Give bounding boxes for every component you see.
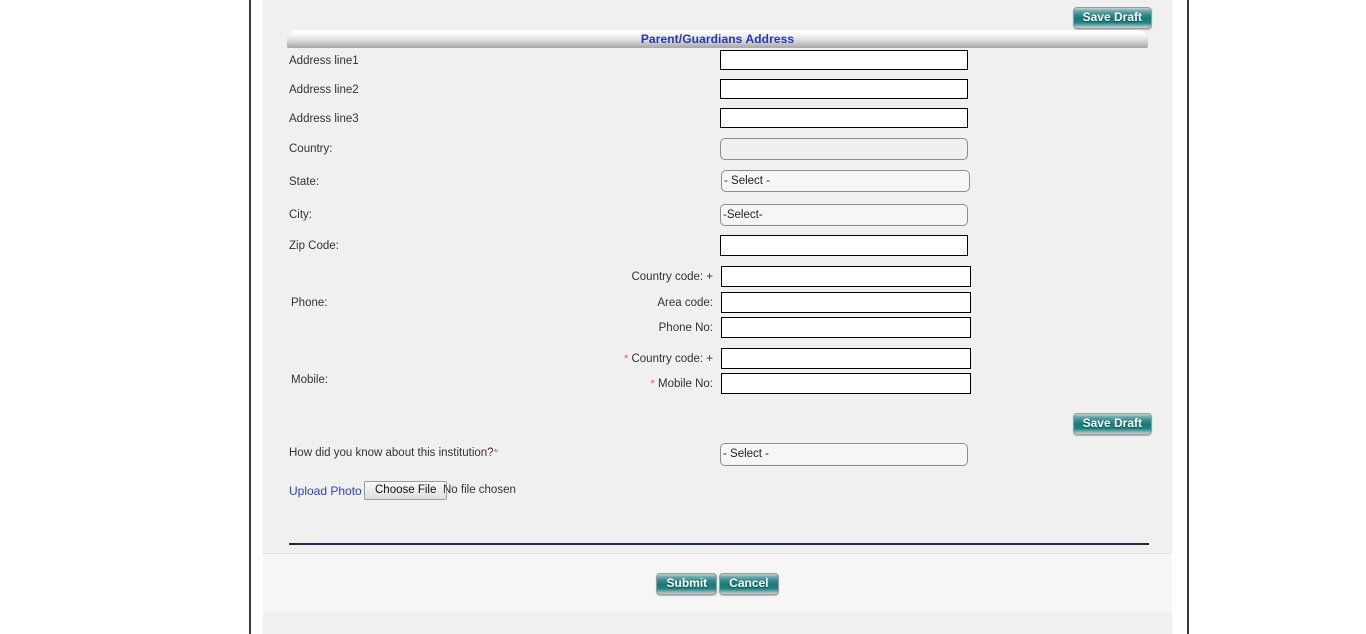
left-gutter xyxy=(251,0,263,634)
required-asterisk-referral: * xyxy=(493,447,498,459)
label-zip-code: Zip Code: xyxy=(289,240,339,252)
label-country: Country: xyxy=(289,143,333,155)
row-state: State: - Select - xyxy=(263,168,1172,201)
form-footer: Submit Cancel xyxy=(263,553,1172,613)
label-mobile-no-text: Mobile No: xyxy=(658,378,713,390)
row-address-line2: Address line2 xyxy=(263,77,1172,106)
label-phone-no: Phone No: xyxy=(658,322,713,334)
submit-button[interactable]: Submit xyxy=(656,573,718,595)
label-referral: How did you know about this institution?… xyxy=(289,447,498,459)
label-mobile-group: Mobile: xyxy=(291,374,329,386)
row-zip-code: Zip Code: xyxy=(263,232,1172,266)
input-mobile-country-code[interactable] xyxy=(721,348,971,369)
cancel-button[interactable]: Cancel xyxy=(719,573,779,595)
address-form: Address line1 Address line2 Address line… xyxy=(263,48,1172,510)
input-zip-code[interactable] xyxy=(720,235,968,256)
file-status-text: No file chosen xyxy=(443,484,516,496)
label-address-line1: Address line1 xyxy=(289,55,359,67)
select-country[interactable] xyxy=(720,138,968,160)
row-referral: How did you know about this institution?… xyxy=(263,405,1172,470)
top-toolbar: Save Draft xyxy=(263,0,1172,32)
label-phone-country-code: Country code: + xyxy=(631,271,713,283)
select-state[interactable]: - Select - xyxy=(721,170,970,192)
input-address-line3[interactable] xyxy=(720,108,968,128)
input-address-line2[interactable] xyxy=(720,79,968,99)
required-asterisk-mobile-no: * xyxy=(650,378,655,390)
choose-file-button[interactable]: Choose File xyxy=(364,481,448,500)
save-draft-button-top[interactable]: Save Draft xyxy=(1072,7,1152,29)
input-phone-country-code[interactable] xyxy=(721,266,971,287)
form-content-panel: Save Draft Parent/Guardians Address Addr… xyxy=(263,0,1172,634)
label-mobile-country-code: * Country code: + xyxy=(453,353,713,365)
footer-button-group: Submit Cancel xyxy=(263,573,1172,595)
row-upload-photo: Upload Photo Choose File No file chosen xyxy=(263,470,1172,510)
select-city[interactable]: -Select- xyxy=(720,204,968,226)
row-address-line1: Address line1 xyxy=(263,48,1172,77)
row-address-line3: Address line3 xyxy=(263,106,1172,135)
label-address-line3: Address line3 xyxy=(289,113,359,125)
label-city: City: xyxy=(289,209,312,221)
section-header-bar: Parent/Guardians Address xyxy=(287,30,1148,48)
page-root: Save Draft Parent/Guardians Address Addr… xyxy=(0,0,1366,634)
section-title: Parent/Guardians Address xyxy=(640,32,795,46)
input-phone-area-code[interactable] xyxy=(721,292,971,313)
label-mobile-no: * Mobile No: xyxy=(453,378,713,390)
group-phone: Phone: Country code: + Area code: Phone … xyxy=(263,266,1172,345)
window-right-border xyxy=(1187,0,1189,634)
input-mobile-no[interactable] xyxy=(721,373,971,394)
label-phone-area-code: Area code: xyxy=(657,297,713,309)
required-asterisk-mobile-country-code: * xyxy=(624,353,629,365)
label-address-line2: Address line2 xyxy=(289,84,359,96)
footer-tail xyxy=(263,612,1172,634)
right-gutter xyxy=(1172,0,1187,634)
row-city: City: -Select- xyxy=(263,201,1172,232)
row-country: Country: xyxy=(263,135,1172,168)
input-phone-no[interactable] xyxy=(721,317,971,338)
save-draft-button-middle[interactable]: Save Draft xyxy=(1072,413,1152,435)
label-state: State: xyxy=(289,176,320,188)
label-mobile-country-code-text: Country code: + xyxy=(631,353,713,365)
section-divider xyxy=(289,543,1149,545)
label-phone-group: Phone: xyxy=(291,297,328,309)
input-address-line1[interactable] xyxy=(720,50,968,70)
group-mobile: Mobile: * Country code: + * Mobile No: xyxy=(263,345,1172,405)
select-referral[interactable]: - Select - xyxy=(720,443,968,466)
upload-photo-link[interactable]: Upload Photo xyxy=(289,484,362,498)
label-referral-text: How did you know about this institution? xyxy=(289,447,494,459)
